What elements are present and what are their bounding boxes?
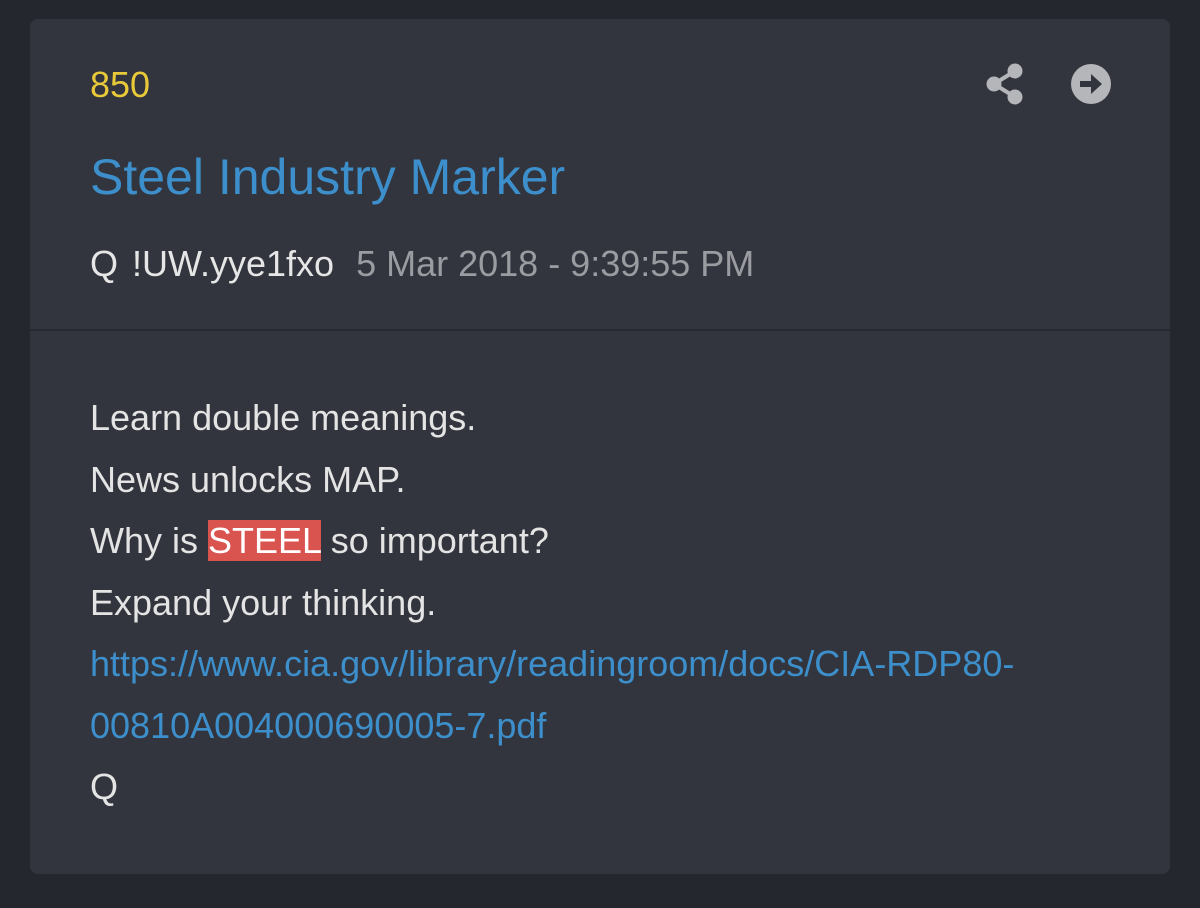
author-name: Q xyxy=(90,243,119,284)
author-tripcode: !UW.yye1fxo xyxy=(132,243,335,284)
post-card: 850 Steel Industry Marker Q !UW.yye1fxo … xyxy=(30,19,1170,874)
post-signature: Q xyxy=(90,766,119,807)
body-line: Expand your thinking. xyxy=(90,581,437,623)
body-text: so important? xyxy=(320,520,549,561)
post-number[interactable]: 850 xyxy=(90,65,150,105)
post-actions xyxy=(984,63,1112,105)
cia-document-link[interactable]: https://www.cia.gov/library/readingroom/… xyxy=(90,633,1030,756)
post-title[interactable]: Steel Industry Marker xyxy=(90,147,565,207)
open-post-button[interactable] xyxy=(1070,63,1112,105)
share-button[interactable] xyxy=(984,63,1026,105)
post-header: 850 Steel Industry Marker Q !UW.yye1fxo … xyxy=(30,19,1170,331)
post-meta: Q !UW.yye1fxo 5 Mar 2018 - 9:39:55 PM xyxy=(90,241,754,287)
share-icon xyxy=(986,63,1023,105)
body-line: News unlocks MAP. xyxy=(90,458,406,500)
body-line: Why is STEEL so important? xyxy=(90,510,1120,572)
arrow-circle-right-icon xyxy=(1071,64,1111,104)
highlighted-term: STEEL xyxy=(208,520,321,561)
body-line: Learn double meanings. xyxy=(90,397,477,438)
post-timestamp: 5 Mar 2018 - 9:39:55 PM xyxy=(356,243,755,284)
post-body: Learn double meanings. News unlocks MAP.… xyxy=(90,387,1120,818)
body-text: Why is xyxy=(90,520,209,561)
